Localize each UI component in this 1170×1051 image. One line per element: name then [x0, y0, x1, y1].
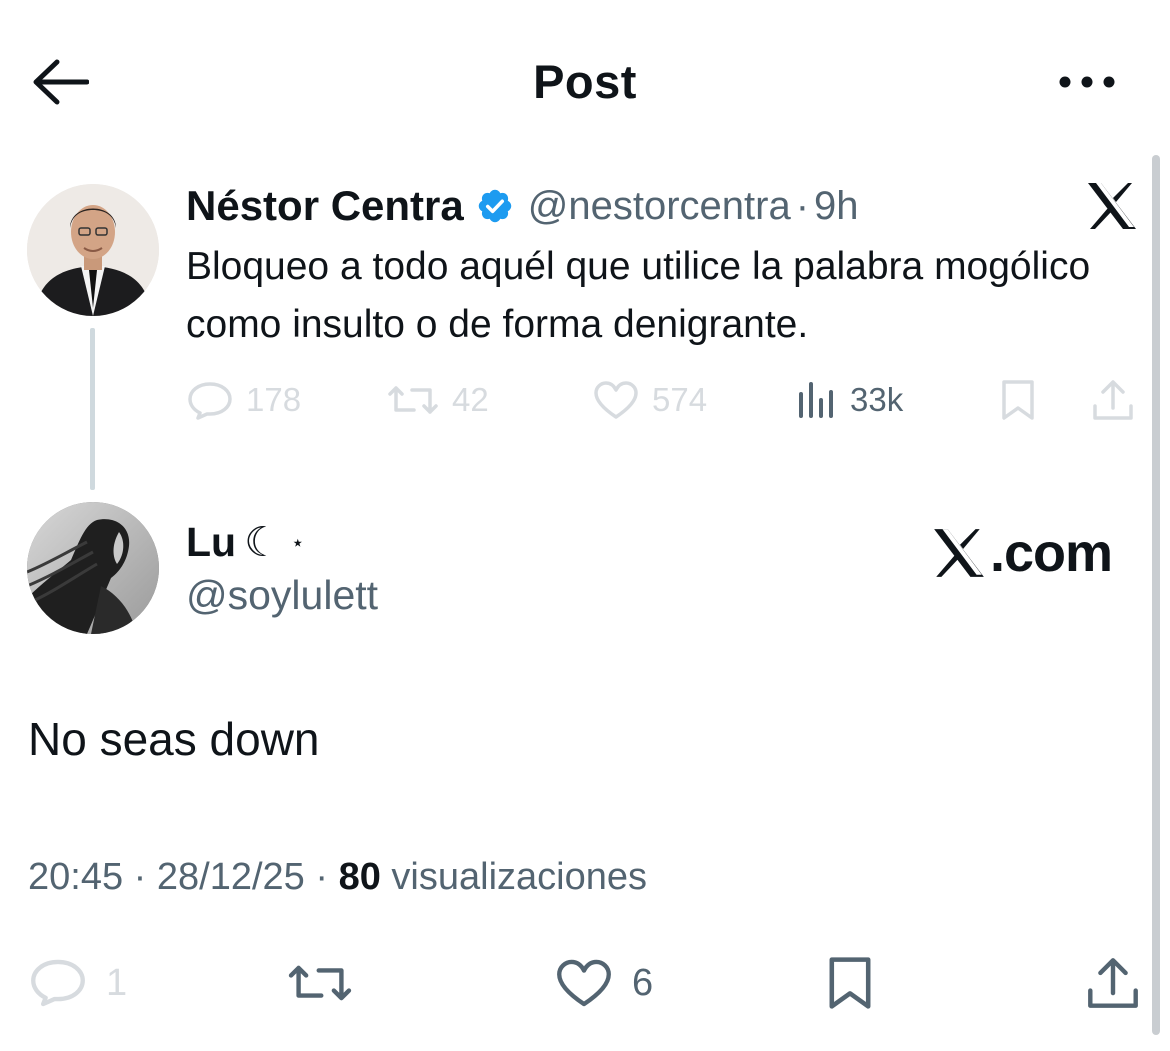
- heart-icon: [557, 959, 611, 1007]
- bookmark-button[interactable]: [824, 950, 876, 1016]
- reply-count: 178: [246, 381, 302, 418]
- reply-icon: [31, 959, 85, 1007]
- tweet-header: Néstor Centra @nestorcentra · 9h: [186, 178, 859, 234]
- profile-photo: [27, 184, 159, 316]
- separator-dot: ·: [133, 856, 147, 898]
- reply-count: 1: [106, 961, 128, 1004]
- moon-glyph: ☾: [244, 519, 281, 565]
- profile-photo: [27, 502, 159, 634]
- parent-tweet-actions: 178 42 574 33k: [0, 370, 1150, 430]
- bookmark-icon: [1002, 380, 1034, 420]
- share-icon: [1093, 380, 1133, 420]
- x-logo-icon: [934, 529, 984, 577]
- like-button[interactable]: 6: [554, 950, 653, 1016]
- separator-dot: ·: [315, 856, 329, 898]
- x-logo-icon: [1088, 183, 1136, 229]
- reply-author-name-text: Lu: [186, 519, 237, 565]
- reply-icon: [188, 382, 232, 420]
- reply-actions-bar: 1 6: [0, 950, 1150, 1016]
- x-com-watermark: .com: [930, 522, 1113, 584]
- views-label[interactable]: visualizaciones: [391, 856, 647, 898]
- views-count: 33k: [850, 381, 904, 418]
- reply-button[interactable]: 1: [28, 950, 127, 1016]
- bookmark-action[interactable]: [998, 370, 1038, 430]
- views-action[interactable]: 33k: [796, 370, 903, 430]
- page-title: Post: [533, 55, 637, 108]
- views-chart-icon: [799, 382, 833, 418]
- avatar[interactable]: [27, 502, 159, 634]
- views-count[interactable]: 80: [339, 856, 381, 898]
- like-action[interactable]: 574: [592, 370, 707, 430]
- avatar[interactable]: [27, 184, 159, 316]
- repost-icon: [288, 965, 352, 1001]
- separator-dot: ·: [795, 183, 810, 228]
- more-horizontal-icon: [1059, 76, 1115, 88]
- scrollbar[interactable]: [1152, 155, 1160, 1035]
- share-icon: [1088, 958, 1138, 1008]
- author-handle[interactable]: @nestorcentra: [528, 184, 791, 229]
- reply-action[interactable]: 178: [186, 370, 301, 430]
- reply-text: No seas down: [28, 713, 320, 765]
- share-action[interactable]: [1090, 370, 1136, 430]
- post-meta: 20:45 · 28/12/25 · 80 visualizaciones: [28, 856, 647, 899]
- repost-action[interactable]: 42: [386, 370, 489, 430]
- verified-badge-icon: [478, 189, 511, 223]
- bookmark-icon: [829, 957, 871, 1009]
- author-name[interactable]: Néstor Centra: [186, 182, 464, 230]
- heart-icon: [594, 381, 638, 419]
- more-options-button[interactable]: [1052, 62, 1122, 102]
- star-glyph: ⋆: [290, 530, 305, 555]
- repost-count: 42: [452, 381, 489, 418]
- watermark-domain: .com: [990, 523, 1113, 583]
- like-count: 574: [652, 381, 708, 418]
- reply-author-name[interactable]: Lu ☾ ⋆: [186, 518, 305, 566]
- post-time[interactable]: 9h: [814, 184, 859, 229]
- reply-author-handle[interactable]: @soylulett: [186, 572, 378, 619]
- post-date[interactable]: 28/12/25: [157, 856, 305, 898]
- like-count: 6: [632, 961, 654, 1004]
- repost-icon: [388, 386, 438, 414]
- repost-button[interactable]: [286, 950, 354, 1016]
- tweet-text: Bloqueo a todo aquél que utilice la pala…: [186, 245, 1091, 346]
- post-timestamp[interactable]: 20:45: [28, 856, 123, 898]
- share-button[interactable]: [1084, 950, 1142, 1016]
